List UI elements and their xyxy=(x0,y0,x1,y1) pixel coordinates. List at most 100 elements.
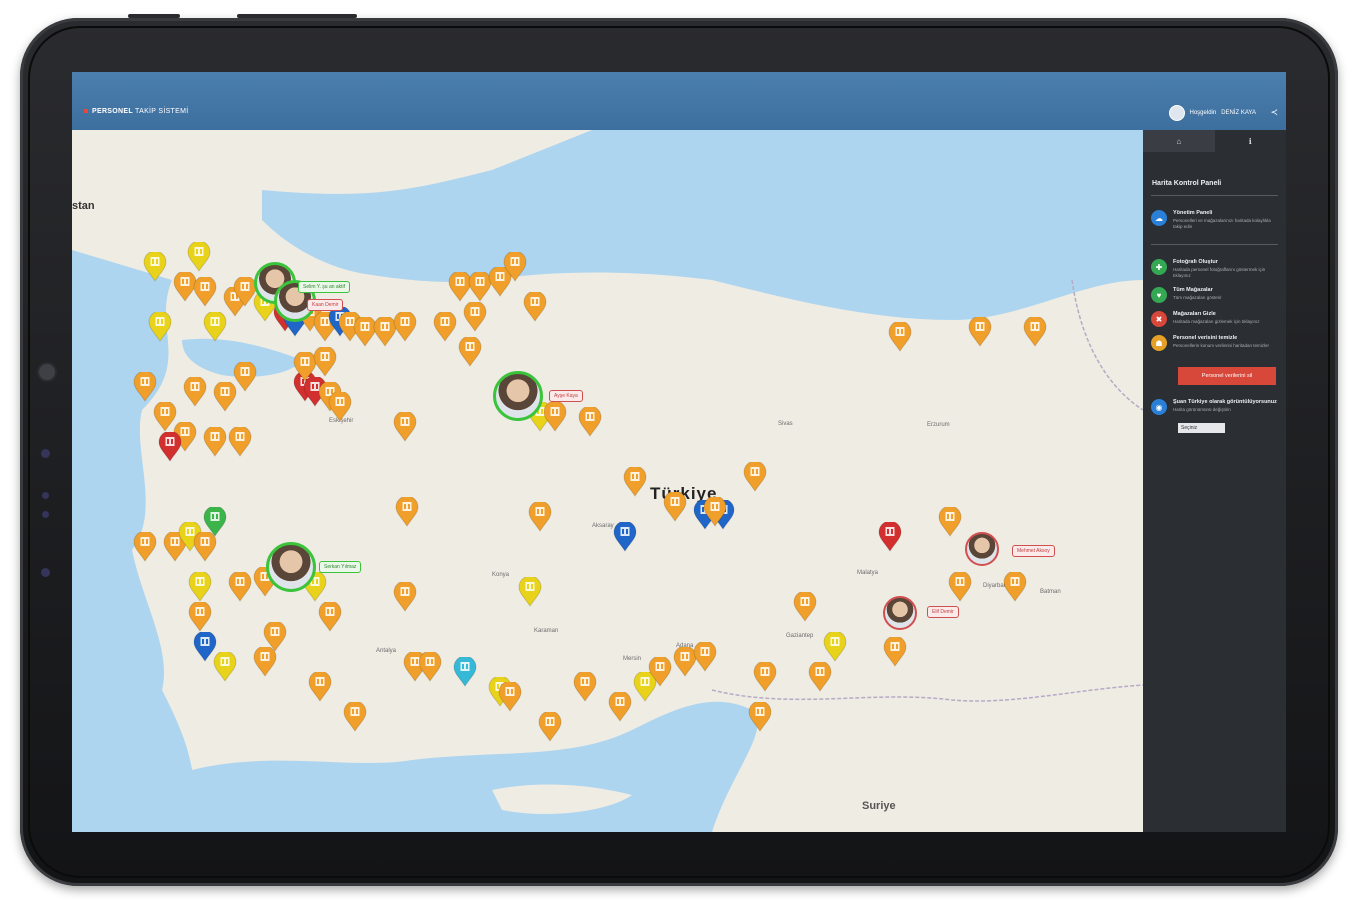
employee-tag[interactable]: Serkan Yılmaz xyxy=(319,561,362,573)
employee-tag[interactable]: Kaan Demir xyxy=(307,299,344,311)
store-marker[interactable] xyxy=(622,467,648,497)
store-marker[interactable] xyxy=(882,637,908,667)
store-marker[interactable] xyxy=(1022,317,1048,347)
map-label-karaman: Karaman xyxy=(534,628,559,634)
store-marker[interactable] xyxy=(262,622,288,652)
panel-item-title: Yönetim Paneli xyxy=(1173,210,1213,216)
store-marker[interactable] xyxy=(417,652,443,682)
panel-item-create-photo[interactable]: ✚ Fotoğrafı Oluştur Haritada personel fot… xyxy=(1151,259,1278,279)
cloud-icon: ☁ xyxy=(1151,210,1167,226)
store-marker[interactable] xyxy=(227,572,253,602)
store-marker[interactable] xyxy=(877,522,903,552)
black-sea xyxy=(262,130,1143,320)
app-screen: PERSONEL TAKİP SİSTEMİ Hoşgeldin DENİZ K… xyxy=(72,72,1286,832)
store-marker[interactable] xyxy=(187,572,213,602)
panel-item-desc: Harita görünümünü değiştirin xyxy=(1173,407,1231,412)
map-view[interactable]: stan Eskişehir Konya Antalya Mersin Adan… xyxy=(72,130,1143,832)
store-marker[interactable] xyxy=(132,372,158,402)
store-marker[interactable] xyxy=(527,502,553,532)
user-menu[interactable]: Hoşgeldin DENİZ KAYA xyxy=(1168,105,1256,121)
store-marker[interactable] xyxy=(947,572,973,602)
store-marker[interactable] xyxy=(792,592,818,622)
store-marker[interactable] xyxy=(887,322,913,352)
panel-item-management[interactable]: ☁ Yönetim Paneli Personelleri ve mağazala… xyxy=(1151,210,1278,230)
store-marker[interactable] xyxy=(502,252,528,282)
tab-info[interactable]: ℹ xyxy=(1215,130,1287,152)
panel-item-hide-stores[interactable]: ✖ Mağazaları Gizle Haritada mağazaları gi… xyxy=(1151,311,1278,327)
employee-avatar-marker[interactable] xyxy=(883,596,917,630)
store-marker[interactable] xyxy=(537,712,563,742)
store-marker[interactable] xyxy=(317,602,343,632)
store-marker[interactable] xyxy=(432,312,458,342)
store-marker[interactable] xyxy=(517,577,543,607)
map-label-malatya: Malatya xyxy=(857,570,879,576)
tab-home[interactable]: ⌂ xyxy=(1143,130,1215,152)
store-marker[interactable] xyxy=(394,497,420,527)
view-select[interactable]: Seçiniz xyxy=(1178,423,1225,433)
store-marker[interactable] xyxy=(307,672,333,702)
store-marker[interactable] xyxy=(572,672,598,702)
store-marker[interactable] xyxy=(522,292,548,322)
store-marker[interactable] xyxy=(132,532,158,562)
employee-avatar-marker[interactable] xyxy=(965,532,999,566)
map-control-panel: ⌂ ℹ Harita Kontrol Paneli ☁ Yönetim Pane… xyxy=(1143,130,1286,832)
panel-item-all-stores[interactable]: ♥ Tüm Mağazalar Tüm mağazaları gösterir xyxy=(1151,287,1278,303)
store-marker[interactable] xyxy=(392,312,418,342)
store-marker[interactable] xyxy=(1002,572,1028,602)
store-marker[interactable] xyxy=(212,652,238,682)
store-marker[interactable] xyxy=(157,432,183,462)
store-marker[interactable] xyxy=(967,317,993,347)
store-marker[interactable] xyxy=(577,407,603,437)
store-marker[interactable] xyxy=(142,252,168,282)
store-marker[interactable] xyxy=(392,412,418,442)
panel-item-desc: Haritada mağazaları gizlemek için tıklay… xyxy=(1173,319,1260,324)
panel-item-desc: Personellerin konum verilerini haritadan… xyxy=(1173,343,1270,348)
employee-tag[interactable]: Elif Demir xyxy=(927,606,959,618)
store-marker[interactable] xyxy=(182,377,208,407)
employee-tag[interactable]: Ayşe Kaya xyxy=(549,390,583,402)
store-marker[interactable] xyxy=(462,302,488,332)
store-marker[interactable] xyxy=(327,392,353,422)
store-marker[interactable] xyxy=(752,662,778,692)
store-marker[interactable] xyxy=(392,582,418,612)
store-marker[interactable] xyxy=(232,362,258,392)
store-marker[interactable] xyxy=(147,312,173,342)
store-marker[interactable] xyxy=(607,692,633,722)
app-name-bold: PERSONEL xyxy=(92,108,133,115)
store-marker[interactable] xyxy=(342,702,368,732)
store-marker[interactable] xyxy=(702,497,728,527)
employee-tag[interactable]: Selim Y. şu an aktif xyxy=(298,281,351,293)
store-marker[interactable] xyxy=(807,662,833,692)
store-marker[interactable] xyxy=(452,657,478,687)
panel-item-title: Tüm Mağazalar xyxy=(1173,287,1213,293)
store-marker[interactable] xyxy=(692,642,718,672)
map-base xyxy=(72,130,1143,832)
store-marker[interactable] xyxy=(457,337,483,367)
app-logo[interactable]: PERSONEL TAKİP SİSTEMİ xyxy=(84,108,188,115)
store-marker[interactable] xyxy=(822,632,848,662)
store-marker[interactable] xyxy=(662,492,688,522)
panel-item-clear-data[interactable]: ☗ Personel verisini temizle Personellerin… xyxy=(1151,335,1278,351)
store-marker[interactable] xyxy=(192,277,218,307)
store-marker[interactable] xyxy=(542,402,568,432)
store-marker[interactable] xyxy=(202,507,228,537)
store-marker[interactable] xyxy=(742,462,768,492)
store-marker[interactable] xyxy=(186,242,212,272)
store-marker[interactable] xyxy=(612,522,638,552)
store-marker[interactable] xyxy=(312,347,338,377)
store-marker[interactable] xyxy=(937,507,963,537)
employee-avatar-marker[interactable] xyxy=(266,542,316,592)
map-label-gaziantep: Gaziantep xyxy=(786,633,814,639)
store-marker[interactable] xyxy=(202,312,228,342)
store-marker[interactable] xyxy=(647,657,673,687)
map-label-erzurum: Erzurum xyxy=(927,422,950,428)
store-marker[interactable] xyxy=(202,427,228,457)
employee-tag[interactable]: Mehmet Aksoy xyxy=(1012,545,1055,557)
delete-personnel-data-button[interactable]: Personel verilerini sil xyxy=(1178,367,1276,385)
store-marker[interactable] xyxy=(747,702,773,732)
employee-avatar-marker[interactable] xyxy=(493,371,543,421)
share-icon[interactable]: ≺ xyxy=(1270,107,1278,118)
store-marker[interactable] xyxy=(497,682,523,712)
store-marker[interactable] xyxy=(187,602,213,632)
store-marker[interactable] xyxy=(227,427,253,457)
